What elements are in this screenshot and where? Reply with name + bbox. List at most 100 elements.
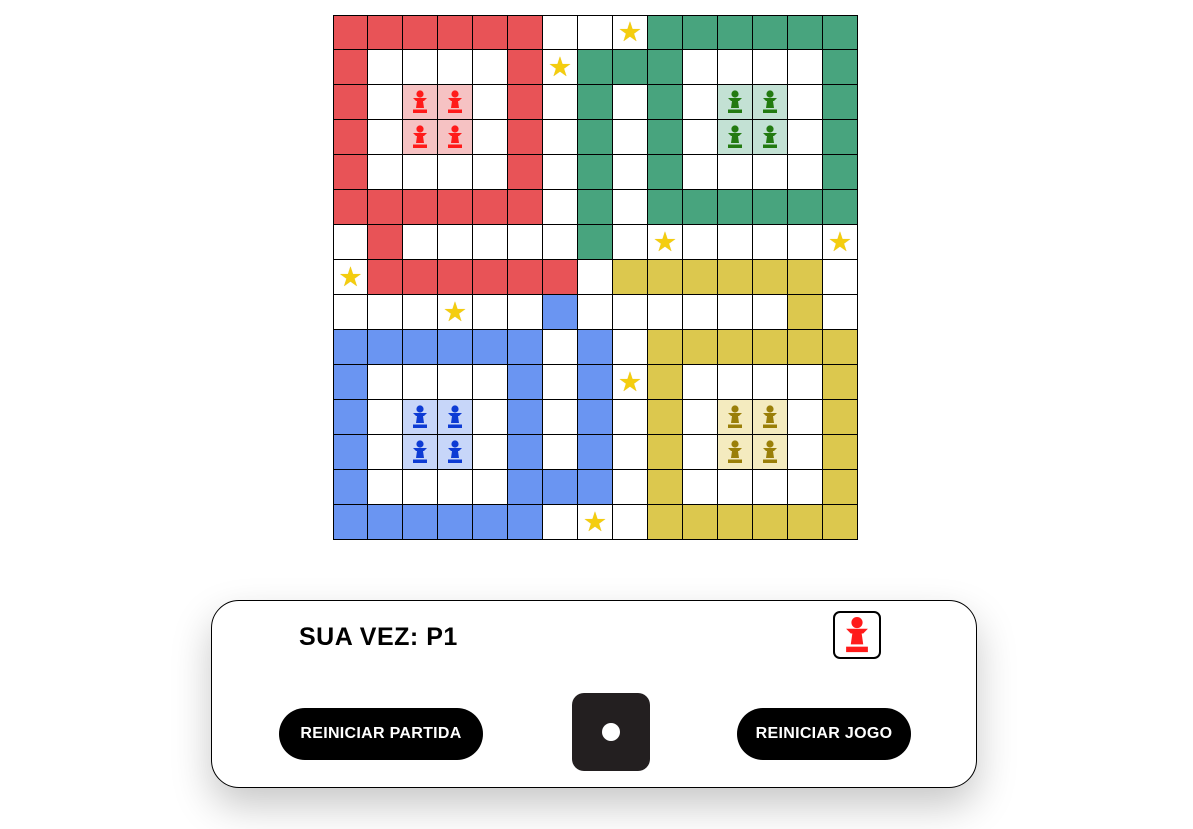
pawn-icon (413, 90, 427, 113)
red-cell (438, 260, 473, 295)
red-cell (508, 190, 543, 225)
restart-game-button[interactable]: REINICIAR JOGO (737, 708, 911, 760)
green-home-slot[interactable] (718, 85, 753, 120)
red-cell (368, 225, 403, 260)
yellow-cell (753, 330, 788, 365)
path-cell (683, 50, 718, 85)
turn-indicator (833, 611, 881, 659)
blue-cell (333, 330, 368, 365)
red-home-slot[interactable] (438, 120, 473, 155)
blue-cell (508, 330, 543, 365)
dice-pip (602, 723, 620, 741)
pawn-icon (728, 125, 742, 148)
red-cell (333, 190, 368, 225)
yellow-home-slot[interactable] (718, 400, 753, 435)
path-cell (683, 85, 718, 120)
red-cell (333, 155, 368, 190)
path-cell (753, 470, 788, 505)
yellow-cell (823, 365, 858, 400)
blue-cell (368, 330, 403, 365)
blue-cell (508, 505, 543, 540)
path-cell (683, 435, 718, 470)
dice-button[interactable] (572, 693, 650, 771)
star-icon: ★ (547, 51, 573, 82)
red-cell (473, 260, 508, 295)
yellow-cell (823, 330, 858, 365)
green-cell (788, 15, 823, 50)
path-cell (683, 470, 718, 505)
control-panel: SUA VEZ: P1 REINICIAR PARTIDA REINICIAR … (211, 600, 977, 788)
path-cell (543, 225, 578, 260)
red-cell (508, 15, 543, 50)
red-cell (508, 50, 543, 85)
blue-cell (368, 505, 403, 540)
green-cell (683, 15, 718, 50)
green-cell (753, 15, 788, 50)
blue-cell (333, 435, 368, 470)
green-cell (823, 15, 858, 50)
pawn-icon (448, 125, 462, 148)
path-cell (438, 365, 473, 400)
green-cell (788, 190, 823, 225)
yellow-cell (788, 260, 823, 295)
path-cell (683, 365, 718, 400)
safe-cell: ★ (333, 260, 368, 295)
blue-cell (578, 365, 613, 400)
yellow-home-slot[interactable] (753, 400, 788, 435)
yellow-cell (648, 435, 683, 470)
path-cell (823, 295, 858, 330)
path-cell (403, 155, 438, 190)
green-home-slot[interactable] (718, 120, 753, 155)
red-cell (368, 190, 403, 225)
path-cell (438, 155, 473, 190)
path-cell (683, 295, 718, 330)
blue-home-slot[interactable] (438, 400, 473, 435)
path-cell (788, 225, 823, 260)
pawn-icon (763, 125, 777, 148)
path-cell (368, 120, 403, 155)
yellow-cell (683, 505, 718, 540)
red-home-slot[interactable] (438, 85, 473, 120)
path-cell (508, 225, 543, 260)
path-cell (473, 155, 508, 190)
path-cell (543, 85, 578, 120)
path-cell (368, 365, 403, 400)
yellow-home-slot[interactable] (753, 435, 788, 470)
pawn-icon (448, 405, 462, 428)
blue-cell (578, 330, 613, 365)
blue-cell (473, 330, 508, 365)
red-cell (333, 50, 368, 85)
green-cell (578, 120, 613, 155)
yellow-home-slot[interactable] (718, 435, 753, 470)
blue-cell (333, 505, 368, 540)
blue-home-slot[interactable] (403, 400, 438, 435)
path-cell (473, 85, 508, 120)
red-cell (473, 190, 508, 225)
path-cell (543, 400, 578, 435)
path-cell (718, 225, 753, 260)
path-cell (823, 260, 858, 295)
green-cell (578, 190, 613, 225)
red-cell (333, 120, 368, 155)
blue-home-slot[interactable] (438, 435, 473, 470)
green-cell (578, 85, 613, 120)
path-cell (473, 470, 508, 505)
path-cell (613, 120, 648, 155)
green-home-slot[interactable] (753, 120, 788, 155)
path-cell (333, 295, 368, 330)
red-cell (438, 190, 473, 225)
restart-match-button[interactable]: REINICIAR PARTIDA (279, 708, 483, 760)
yellow-cell (718, 260, 753, 295)
blue-cell (438, 330, 473, 365)
path-cell (788, 85, 823, 120)
yellow-cell (788, 505, 823, 540)
red-home-slot[interactable] (403, 120, 438, 155)
safe-cell: ★ (613, 15, 648, 50)
path-cell (438, 225, 473, 260)
green-home-slot[interactable] (753, 85, 788, 120)
blue-home-slot[interactable] (403, 435, 438, 470)
blue-cell (578, 435, 613, 470)
path-cell (578, 15, 613, 50)
pawn-icon (763, 405, 777, 428)
red-home-slot[interactable] (403, 85, 438, 120)
